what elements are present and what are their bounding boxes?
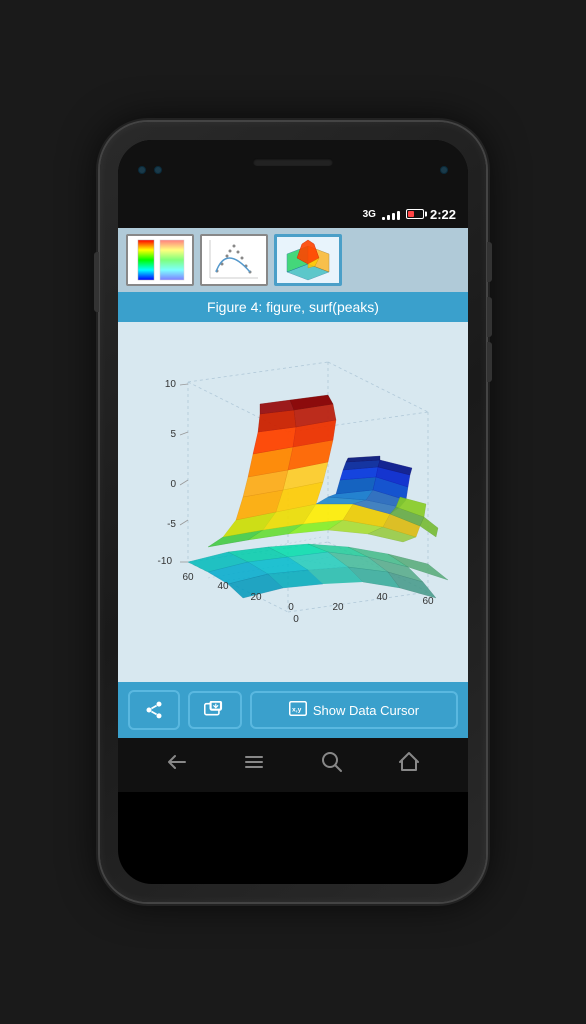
svg-text:5: 5	[170, 429, 176, 440]
signal-bar-2	[387, 215, 390, 220]
signal-bar-4	[397, 211, 400, 220]
share-icon	[144, 700, 164, 720]
svg-text:-5: -5	[167, 519, 176, 530]
svg-text:20: 20	[332, 602, 344, 613]
network-indicator: 3G	[363, 209, 376, 220]
back-button[interactable]	[165, 750, 189, 780]
svg-text:40: 40	[217, 581, 229, 592]
home-button[interactable]	[397, 750, 421, 780]
data-cursor-label: Show Data Cursor	[313, 703, 419, 718]
status-time: 2:22	[430, 207, 456, 222]
sensor	[154, 166, 162, 174]
data-cursor-icon: x,y	[289, 701, 307, 719]
signal-bar-1	[382, 217, 385, 220]
svg-text:-10: -10	[158, 556, 173, 567]
chart-area[interactable]: 10 5 0 -5 -10 60 40 20	[118, 322, 468, 682]
signal-strength	[382, 208, 400, 220]
front-camera	[138, 166, 146, 174]
svg-text:x,y: x,y	[292, 707, 302, 714]
svg-text:0: 0	[288, 602, 294, 613]
svg-text:20: 20	[250, 592, 262, 603]
top-bezel	[118, 140, 468, 200]
chart-container: 10 5 0 -5 -10 60 40 20	[123, 332, 463, 652]
thumbnail-1[interactable]	[126, 234, 194, 286]
thumb1-content	[128, 236, 192, 284]
svg-text:40: 40	[376, 592, 388, 603]
surface-plot: 10 5 0 -5 -10 60 40 20	[128, 332, 458, 652]
svg-text:60: 60	[422, 596, 434, 607]
front-camera-right	[440, 166, 448, 174]
svg-text:60: 60	[182, 572, 194, 583]
signal-bar-3	[392, 213, 395, 220]
screen-content: Figure 4: figure, surf(peaks)	[118, 228, 468, 738]
thumbnail-2[interactable]	[200, 234, 268, 286]
status-bar: 3G 2:22	[118, 200, 468, 228]
battery-indicator	[406, 209, 424, 219]
share-button[interactable]	[128, 690, 180, 730]
thumb2-content	[202, 236, 266, 284]
phone-screen: 3G 2:22	[118, 140, 468, 884]
figure-title: Figure 4: figure, surf(peaks)	[118, 292, 468, 322]
thumbnails-row	[118, 228, 468, 292]
data-cursor-button[interactable]: x,y Show Data Cursor	[250, 691, 458, 729]
bottom-toolbar: x,y Show Data Cursor	[118, 682, 468, 738]
bottom-nav	[118, 738, 468, 792]
sensor-dots	[138, 166, 162, 174]
thumbnail-3[interactable]	[274, 234, 342, 286]
battery-fill	[408, 211, 414, 217]
thumb3-content	[277, 237, 339, 283]
svg-text:10: 10	[165, 379, 177, 390]
svg-text:0: 0	[170, 479, 176, 490]
export-icon	[204, 701, 226, 719]
export-button[interactable]	[188, 691, 242, 729]
speaker	[253, 158, 333, 166]
phone-device: 3G 2:22	[100, 122, 486, 902]
search-button[interactable]	[320, 750, 344, 780]
svg-text:0: 0	[293, 614, 299, 625]
menu-button[interactable]	[242, 750, 266, 780]
